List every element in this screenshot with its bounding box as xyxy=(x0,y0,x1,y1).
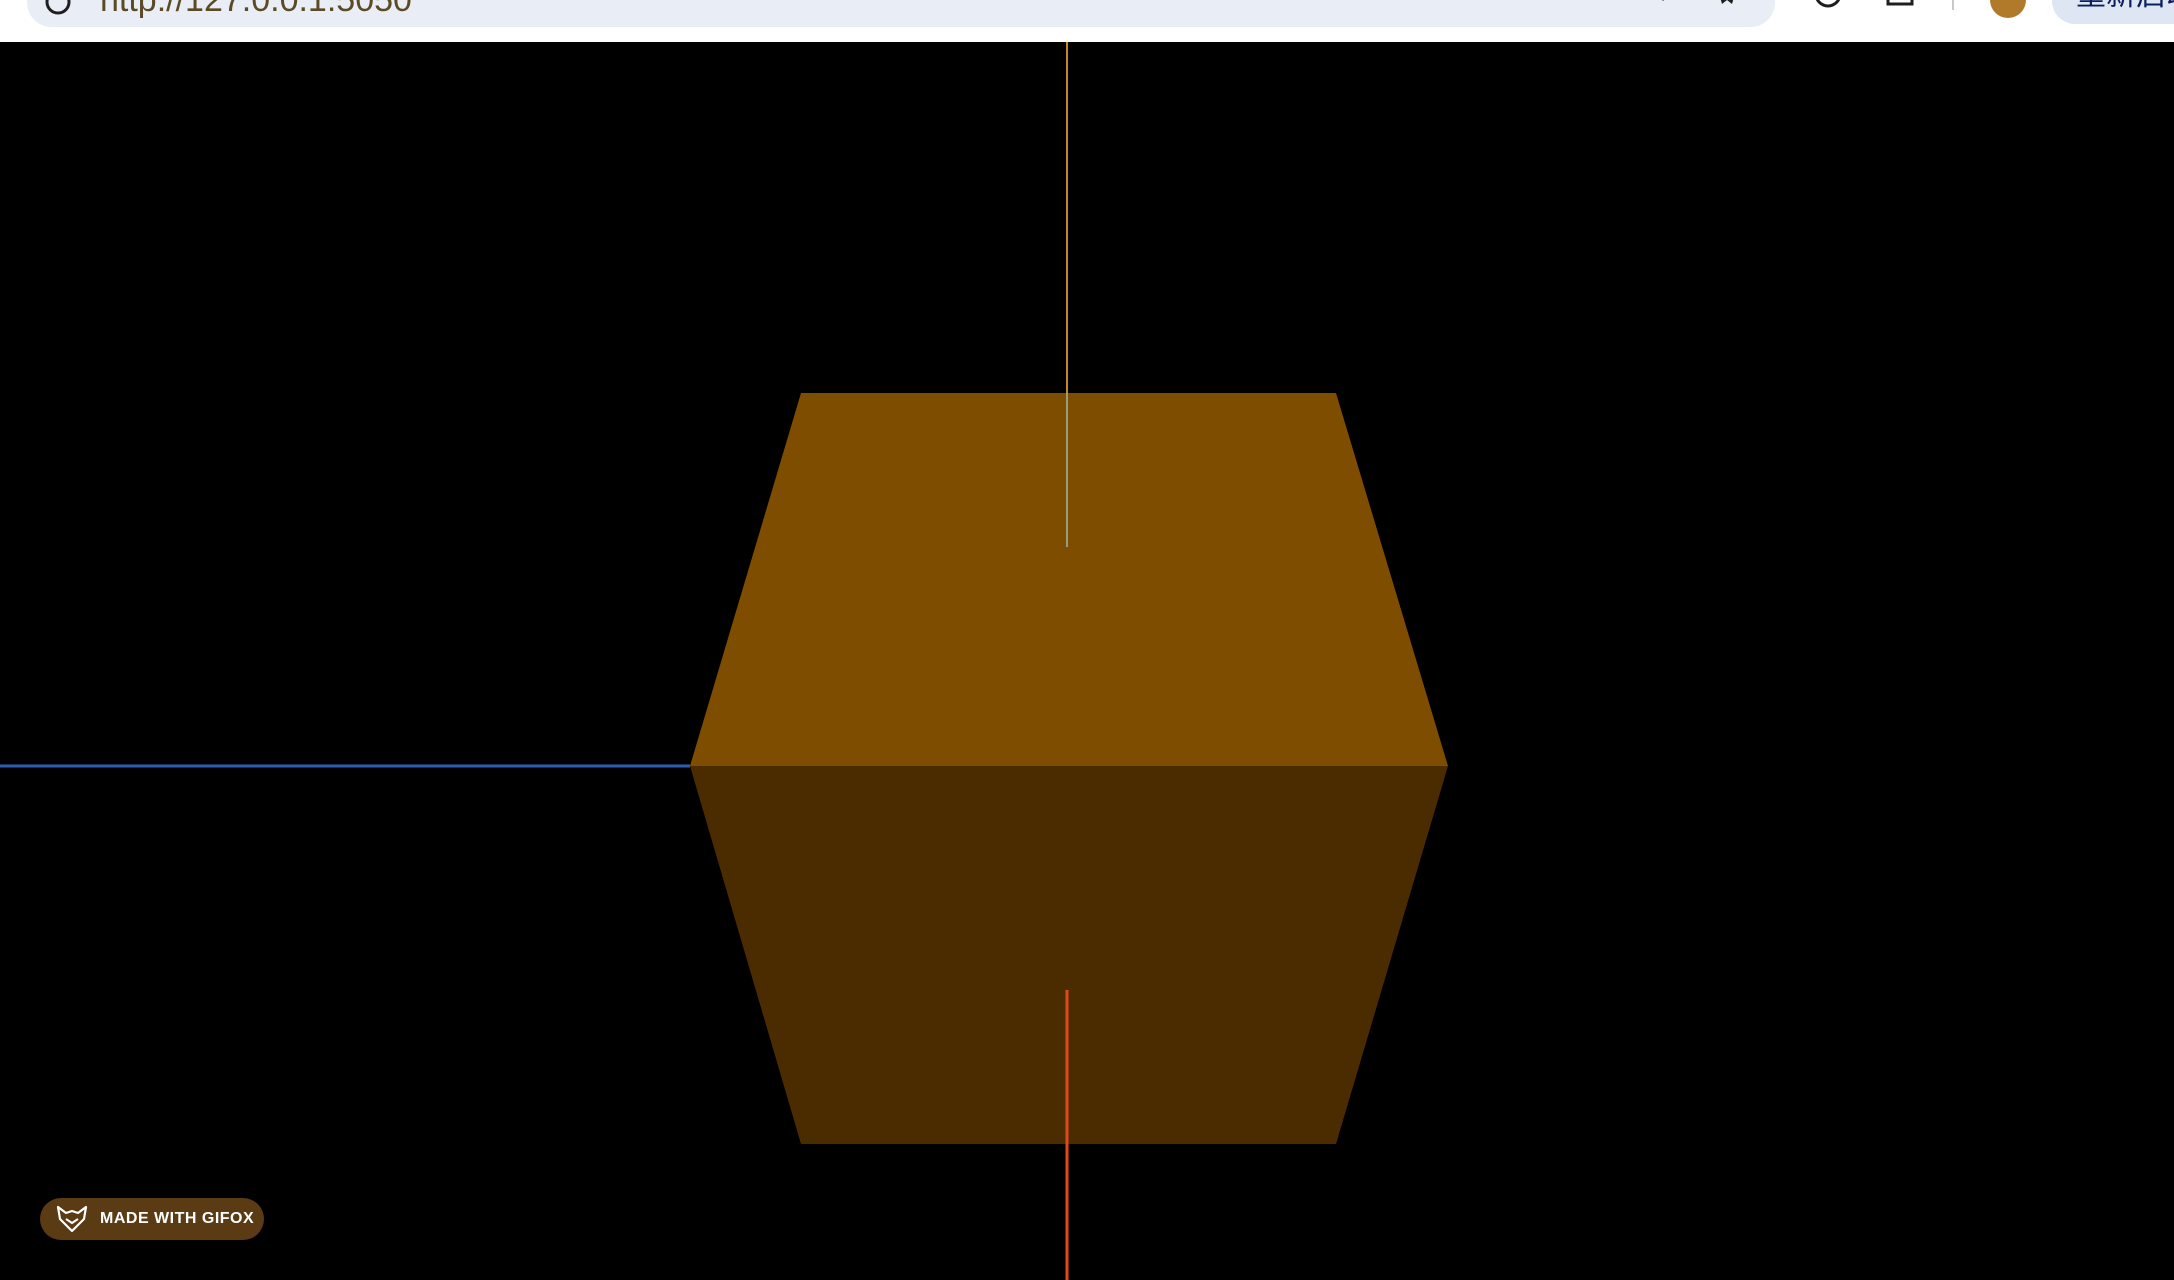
zoom-icon[interactable] xyxy=(1652,0,1682,18)
3d-scene-canvas[interactable] xyxy=(0,42,2174,1280)
cube-top-face xyxy=(690,393,1448,766)
url-text[interactable]: http://127.0.0.1:5050 xyxy=(100,0,412,20)
gifox-watermark-badge: MADE WITH GIFOX xyxy=(40,1198,264,1240)
avatar[interactable] xyxy=(1990,0,2026,18)
gifox-label: MADE WITH GIFOX xyxy=(100,1210,255,1227)
relaunch-button[interactable]: 重新启动 xyxy=(2052,0,2174,24)
toolbar-separator xyxy=(1952,0,1954,10)
browser-toolbar: http://127.0.0.1:5050 重新启动 xyxy=(0,0,2174,42)
cube-bottom-face xyxy=(690,766,1448,1144)
puzzle-icon[interactable] xyxy=(1884,0,1916,20)
star-icon[interactable] xyxy=(1712,0,1742,18)
webgl-viewport[interactable] xyxy=(0,42,2174,1280)
download-history-icon[interactable] xyxy=(1812,0,1844,20)
fox-icon xyxy=(56,1205,88,1233)
site-info-icon[interactable] xyxy=(44,0,72,16)
